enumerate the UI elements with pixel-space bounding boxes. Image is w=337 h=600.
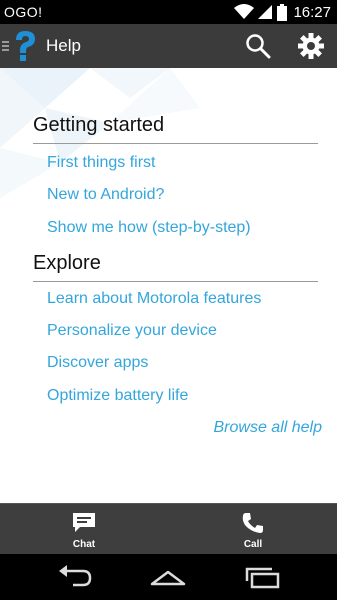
page-title: Help [46, 36, 81, 55]
link-first-things-first[interactable]: First things first [47, 154, 155, 172]
chat-button[interactable]: Chat [0, 504, 168, 555]
section-header-getting-started: Getting started [33, 114, 318, 144]
action-bar: Help [0, 24, 337, 68]
bottom-action-bar: Chat Call [0, 503, 337, 554]
recent-apps-icon[interactable] [242, 564, 282, 590]
status-icons: 16:27 [234, 2, 331, 22]
link-motorola-features[interactable]: Learn about Motorola features [47, 290, 261, 308]
signal-icon [258, 5, 273, 19]
link-new-to-android[interactable]: New to Android? [47, 186, 164, 204]
chat-label: Chat [72, 539, 96, 550]
call-label: Call [243, 539, 263, 550]
system-nav-bar [0, 554, 337, 600]
browse-all-help-link[interactable]: Browse all help [214, 419, 323, 437]
home-icon[interactable] [148, 564, 188, 590]
back-icon[interactable] [55, 564, 95, 590]
chat-icon [73, 513, 95, 532]
call-button[interactable]: Call [169, 504, 337, 555]
battery-icon [277, 3, 288, 21]
drawer-indicator-icon[interactable] [2, 40, 10, 52]
status-bar: OGO! 16:27 [0, 0, 337, 24]
link-show-me-how[interactable]: Show me how (step-by-step) [47, 219, 251, 237]
wifi-icon [234, 4, 255, 19]
gear-icon[interactable] [296, 32, 326, 60]
phone-icon [242, 513, 263, 533]
link-discover-apps[interactable]: Discover apps [47, 354, 148, 372]
section-header-explore: Explore [33, 252, 318, 282]
help-app-icon[interactable] [12, 30, 38, 62]
search-icon[interactable] [244, 32, 272, 60]
link-personalize-device[interactable]: Personalize your device [47, 322, 217, 340]
carrier-name: OGO! [4, 4, 43, 20]
status-time: 16:27 [293, 3, 331, 21]
link-optimize-battery[interactable]: Optimize battery life [47, 387, 188, 405]
help-content: Getting started First things first New t… [0, 68, 337, 503]
